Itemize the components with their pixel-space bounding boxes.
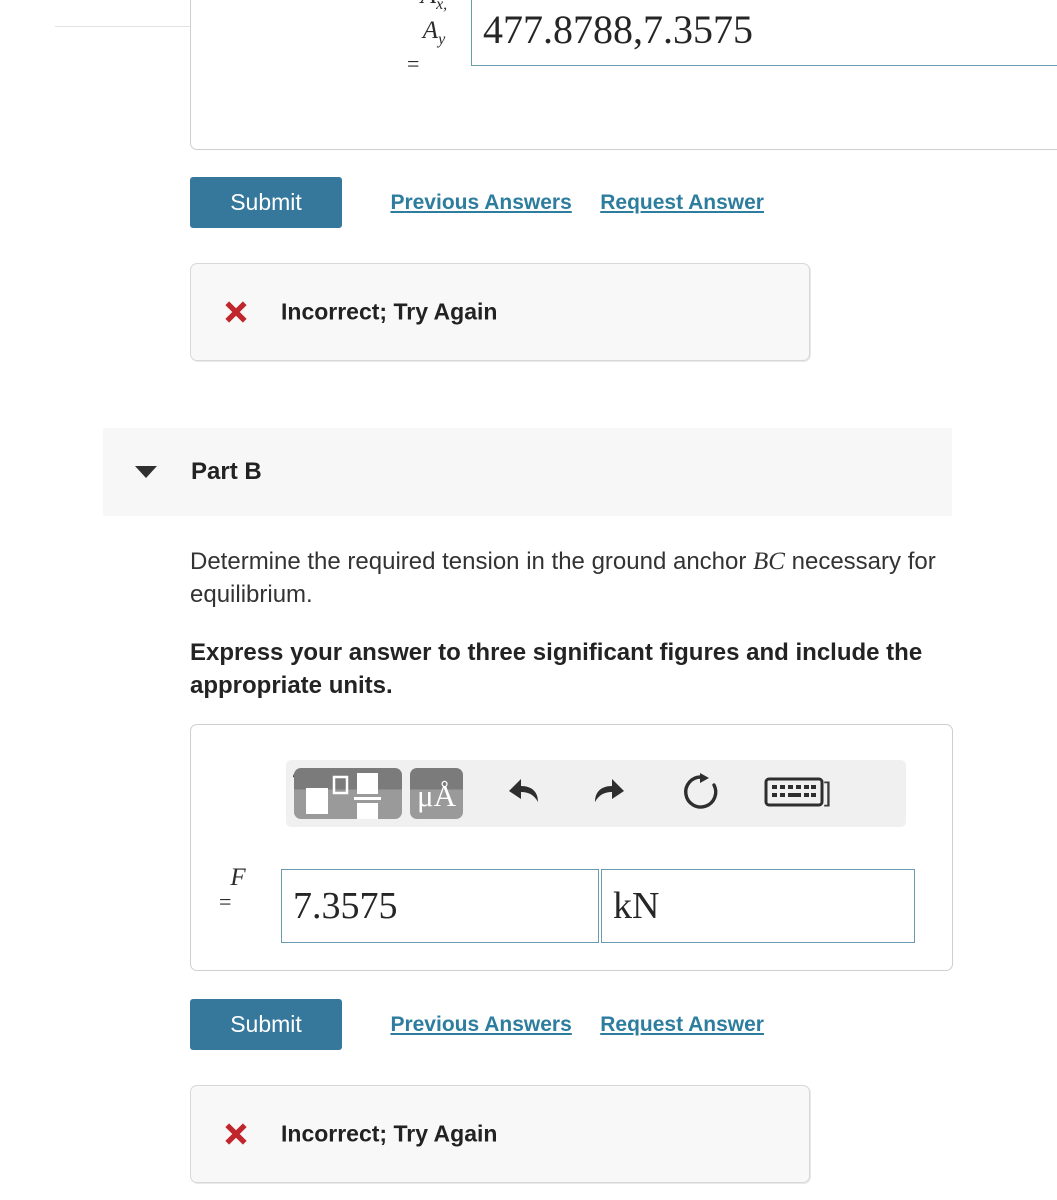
part-b-previous-answers-link[interactable]: Previous Answers <box>390 1013 571 1037</box>
units-micro-angstrom-icon[interactable]: μÅ <box>410 768 463 819</box>
redo-arrow-icon[interactable] <box>588 769 634 815</box>
keyboard-icon[interactable] <box>764 775 824 809</box>
part-b-feedback-box: Incorrect; Try Again <box>190 1085 810 1183</box>
undo-arrow-icon[interactable] <box>499 769 545 815</box>
part-b-var-f: F <box>230 864 246 891</box>
part-b-header[interactable]: Part B <box>103 428 952 516</box>
part-a-var-ay: A <box>422 17 439 44</box>
part-b-answer-container: μÅ ] ? <box>190 724 953 971</box>
part-a-variable-label: Ax, Ay = <box>403 0 465 77</box>
units-button-label: μÅ <box>416 778 456 813</box>
red-x-icon <box>225 301 247 323</box>
part-a-submit-button[interactable]: Submit <box>190 177 342 228</box>
part-b-prompt: Determine the required tension in the gr… <box>190 545 965 611</box>
part-a-feedback-box: Incorrect; Try Again <box>190 263 810 361</box>
part-b-title: Part B <box>191 458 262 485</box>
keyboard-bracket-label: ] <box>824 777 832 807</box>
caret-down-icon[interactable] <box>135 466 157 478</box>
part-b-prompt-text-before: Determine the required tension in the gr… <box>190 548 754 575</box>
part-b-variable-label: F = <box>213 865 263 914</box>
part-b-request-answer-link[interactable]: Request Answer <box>600 1013 764 1037</box>
part-b-feedback-text: Incorrect; Try Again <box>281 1120 498 1147</box>
part-a-action-row: Submit Previous Answers Request Answer <box>190 177 764 228</box>
part-a-answer-value: 477.8788,7.3575 <box>483 7 753 52</box>
part-b-answer-input[interactable]: 7.3575 <box>281 869 599 943</box>
part-a-var-ax: A <box>421 0 436 9</box>
math-template-glyph <box>306 773 381 819</box>
reset-circular-arrow-icon[interactable] <box>678 769 724 815</box>
part-a-request-answer-link[interactable]: Request Answer <box>600 191 764 215</box>
part-b-submit-button[interactable]: Submit <box>190 999 342 1050</box>
math-editor-toolbar: μÅ ] ? <box>286 760 906 827</box>
part-a-feedback-text: Incorrect; Try Again <box>281 298 498 325</box>
part-b-units-value: kN <box>613 885 660 927</box>
part-a-var-ax-sub: x, <box>436 0 448 13</box>
part-a-previous-answers-link[interactable]: Previous Answers <box>390 191 571 215</box>
part-b-units-input[interactable]: kN <box>601 869 915 943</box>
red-x-icon <box>225 1123 247 1145</box>
math-template-icon[interactable] <box>294 768 402 819</box>
part-b-prompt-math: BC <box>753 548 785 575</box>
part-b-action-row: Submit Previous Answers Request Answer <box>190 999 764 1050</box>
part-a-var-ay-sub: y <box>438 31 446 48</box>
part-a-answer-input[interactable]: 477.8788,7.3575 <box>471 0 1057 66</box>
part-a-answer-container: Ax, Ay = 477.8788,7.3575 <box>190 0 1057 150</box>
part-b-equals-sign: = <box>219 889 232 914</box>
part-b-instruction: Express your answer to three significant… <box>190 639 923 699</box>
part-b-answer-value: 7.3575 <box>293 885 398 927</box>
part-a-equals-sign: = <box>407 51 420 76</box>
